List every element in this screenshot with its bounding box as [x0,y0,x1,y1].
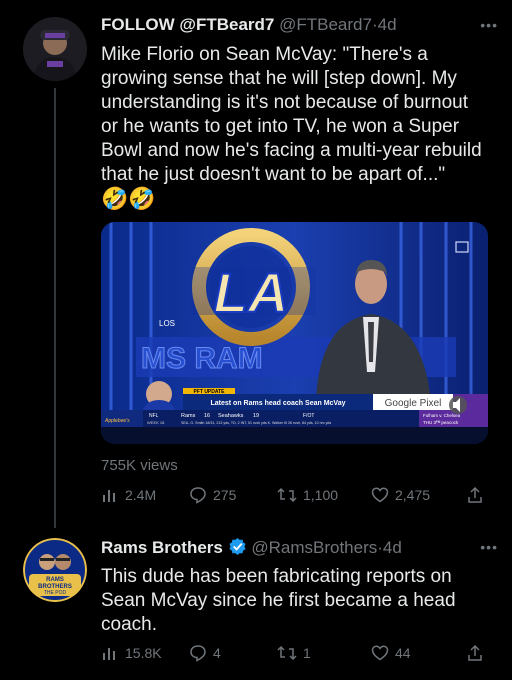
retweet-icon [277,487,297,503]
display-name[interactable]: FOLLOW @FTBeard7 [101,15,274,34]
score-detail: SEA- G. Smith 18/31, 213 yds, TD, 2 INT,… [181,421,331,425]
text-line: coach. [101,614,157,635]
banner-text: MS RAM [141,342,263,375]
reply-button[interactable]: 275 [189,486,236,504]
timestamp[interactable]: 4d [383,538,402,557]
text-line: growing sense that he will [step down]. … [101,68,457,89]
timestamp[interactable]: 4d [378,15,397,34]
more-options-icon[interactable]: ••• [480,17,498,33]
views-action[interactable]: 15.8K [101,644,162,662]
verified-badge-icon [229,537,246,556]
tweet-1[interactable]: FOLLOW @FTBeard7 @FTBeard7·4d ••• Mike F… [0,0,512,528]
action-bar: 15.8K 4 1 44 [101,644,492,666]
video-frame: LA LOS MS RAM PFT UPDATE Latest on Rams … [101,222,488,444]
analytics-icon [103,648,115,660]
logo-sub: LOS [159,319,175,328]
action-bar: 2.4M 275 1,100 2,475 [101,486,492,508]
reply-button[interactable]: 4 [189,644,221,662]
text-line: Sean McVay since he first became a head [101,590,456,611]
text-line: Bowl and now he's facing a multi-year re… [101,140,482,161]
score-status: F/OT [303,413,314,419]
views-stat: 15.8K [125,645,162,661]
tweet-text: This dude has been fabricating reports o… [101,565,501,637]
score-team1: Rams [181,413,196,419]
side-sub: THU 3ᴾᴹ peacock [423,420,459,425]
text-line: that he just doesn't want to be apart of… [101,164,446,185]
score-val1: 16 [204,413,210,419]
tweet-header: Rams Brothers @RamsBrothers·4d [101,537,402,558]
side-text: Fulham v. Chelsea [423,413,461,418]
share-icon [468,486,482,503]
laughing-emoji: 🤣🤣 [101,186,156,211]
ticker-headline: Latest on Rams head coach Sean McVay [211,400,346,407]
user-handle[interactable]: @FTBeard7 [279,15,372,34]
text-line: This dude has been fabricating reports o… [101,566,452,587]
tweet-header: FOLLOW @FTBeard7 @FTBeard7·4d [101,15,397,35]
retweet-count: 1,100 [303,487,339,503]
reply-count: 275 [213,487,237,503]
logo-letters: LA [214,261,289,324]
text-line: understanding is it's not because of bur… [101,92,468,113]
text-line: or he wants to get into TV, he won a Sup… [101,116,460,137]
avatar-ramsbrothers[interactable]: RAMS BROTHERS THE POD [23,538,87,602]
media-video[interactable]: LA LOS MS RAM PFT UPDATE Latest on Rams … [101,222,488,444]
views-count: 755K views [101,457,178,474]
share-icon [468,644,482,661]
reply-icon [190,487,206,504]
heart-icon [371,645,389,661]
svg-text:Applebee's: Applebee's [104,418,130,424]
mute-icon[interactable] [449,396,467,414]
share-button[interactable] [466,644,484,662]
like-count: 44 [395,645,411,661]
analytics-icon [103,490,115,502]
score-team2: Seahawks [218,413,244,419]
like-button[interactable]: 44 [371,644,411,662]
score-league: NFL [149,413,159,419]
avatar-image: RAMS BROTHERS THE POD [23,538,87,602]
avatar-image [23,17,87,81]
views-stat: 2.4M [125,487,157,503]
retweet-button[interactable]: 1 [277,644,311,662]
like-count: 2,475 [395,487,431,503]
reply-icon [190,645,206,662]
retweet-icon [277,645,297,661]
user-handle[interactable]: @RamsBrothers [251,538,377,557]
display-name[interactable]: Rams Brothers [101,538,223,557]
avatar-text-1: RAMS [46,577,64,583]
avatar-ftbeard7[interactable] [23,17,87,81]
tweet-text: Mike Florio on Sean McVay: "There's a gr… [101,43,501,211]
retweet-button[interactable]: 1,100 [277,486,338,504]
avatar-text-3: THE POD [44,590,67,596]
text-line: Mike Florio on Sean McVay: "There's a [101,44,428,65]
score-val2: 19 [253,413,259,419]
like-button[interactable]: 2,475 [371,486,430,504]
score-week: WEEK 18 [147,420,165,425]
thread-line [54,88,56,528]
retweet-count: 1 [303,645,311,661]
heart-icon [371,487,389,503]
tweet-2[interactable]: RAMS BROTHERS THE POD Rams Brothers @Ram… [0,520,512,680]
reply-count: 4 [213,645,221,661]
views-action[interactable]: 2.4M [101,486,156,504]
sponsor-text: Google Pixel [385,398,442,409]
more-options-icon[interactable]: ••• [480,539,498,555]
share-button[interactable] [466,486,484,504]
